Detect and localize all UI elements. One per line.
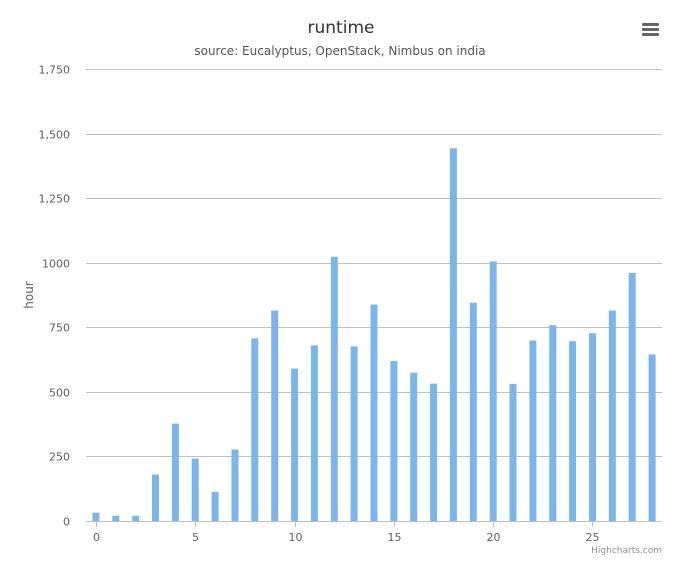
bar[interactable] xyxy=(152,474,159,522)
credits-link[interactable]: Highcharts.com xyxy=(591,546,662,556)
bar[interactable] xyxy=(231,449,239,522)
bar[interactable] xyxy=(430,383,438,521)
chart-menu-button[interactable] xyxy=(636,15,666,43)
bar[interactable] xyxy=(370,304,378,521)
x-tick-label: 5 xyxy=(192,531,199,544)
x-tick-label: 25 xyxy=(586,531,600,544)
bar[interactable] xyxy=(529,340,537,522)
bar[interactable] xyxy=(628,273,636,521)
chart-subtitle: source: Eucalyptus, OpenStack, Nimbus on… xyxy=(194,44,485,58)
chart-container: runtime source: Eucalyptus, OpenStack, N… xyxy=(0,0,680,566)
bar[interactable] xyxy=(569,341,577,521)
y-axis-label: hour xyxy=(22,281,36,309)
bar[interactable] xyxy=(191,458,199,522)
bar[interactable] xyxy=(549,325,557,521)
chart-svg: runtime source: Eucalyptus, OpenStack, N… xyxy=(22,15,666,556)
x-tick-label: 10 xyxy=(289,531,303,544)
bar[interactable] xyxy=(449,148,457,522)
y-tick-label: 1000 xyxy=(42,258,70,271)
hamburger-menu-icon xyxy=(642,23,659,36)
bar[interactable] xyxy=(211,491,219,521)
x-tick-label: 15 xyxy=(388,531,402,544)
y-tick-label: 1,250 xyxy=(39,193,71,206)
y-tick-label: 750 xyxy=(49,322,70,335)
x-tick-label: 0 xyxy=(93,531,100,544)
y-tick-label: 250 xyxy=(49,451,70,464)
bar[interactable] xyxy=(251,338,259,521)
y-axis-tick-labels: 0 250 500 750 1000 1,250 1,500 1,750 xyxy=(39,64,71,529)
bar[interactable] xyxy=(291,368,299,521)
y-tick-label: 1,750 xyxy=(39,64,71,77)
bar[interactable] xyxy=(112,515,120,521)
y-tick-label: 0 xyxy=(63,516,70,529)
bar[interactable] xyxy=(171,423,179,521)
x-tick-label: 20 xyxy=(487,531,501,544)
bar[interactable] xyxy=(509,383,517,521)
bar[interactable] xyxy=(410,372,418,521)
bar[interactable] xyxy=(330,256,338,521)
bar[interactable] xyxy=(648,354,656,521)
y-tick-label: 500 xyxy=(49,387,70,400)
bar[interactable] xyxy=(589,333,596,521)
bar[interactable] xyxy=(310,345,318,521)
y-tick-label: 1,500 xyxy=(39,129,71,142)
bar[interactable] xyxy=(350,346,358,521)
bar[interactable] xyxy=(489,261,497,521)
bar[interactable] xyxy=(271,310,279,522)
bar-series xyxy=(92,148,656,522)
bar[interactable] xyxy=(469,302,477,521)
bar[interactable] xyxy=(390,360,398,521)
bar[interactable] xyxy=(608,310,616,522)
bar[interactable] xyxy=(132,515,140,521)
chart-title: runtime xyxy=(308,18,375,38)
x-axis: 0 5 10 15 20 25 xyxy=(86,521,662,544)
bar[interactable] xyxy=(92,512,100,521)
